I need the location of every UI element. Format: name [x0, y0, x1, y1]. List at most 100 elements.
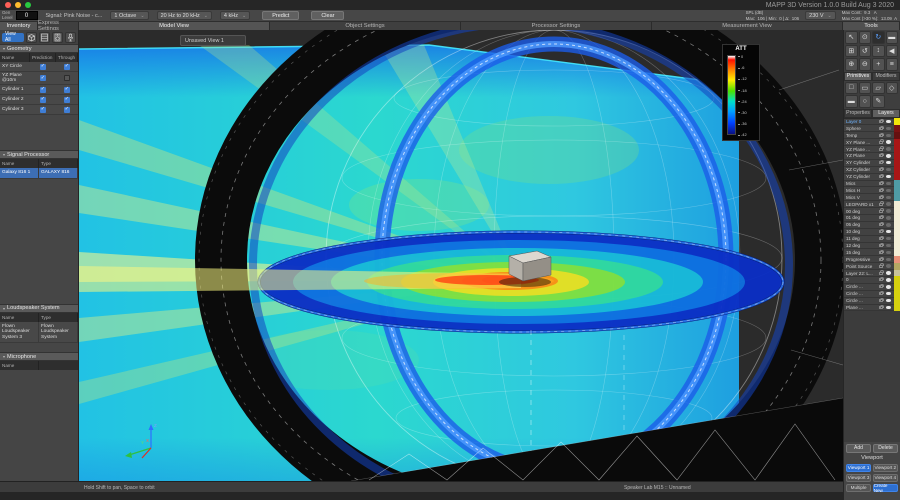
layer-color-swatch[interactable]	[894, 276, 900, 284]
geometry-icon[interactable]	[26, 31, 37, 43]
layer-color-swatch[interactable]	[894, 159, 900, 167]
view-all-button[interactable]: View All	[2, 31, 24, 43]
prediction-checkbox[interactable]	[40, 75, 46, 82]
processor-rack-icon[interactable]	[39, 31, 50, 43]
viewport-button-viewport-4[interactable]: Viewport 4	[872, 473, 898, 482]
layer-color-swatch[interactable]	[894, 235, 900, 243]
lock-icon[interactable]	[879, 132, 885, 137]
visibility-eye-icon[interactable]	[886, 188, 891, 193]
lock-icon[interactable]	[879, 263, 885, 268]
layer-row[interactable]: XY Cylinder	[844, 159, 900, 167]
pan-view-tool-icon[interactable]: +	[872, 58, 885, 71]
layer-row[interactable]: Layer 22: L...	[844, 269, 900, 277]
through-checkbox[interactable]	[64, 96, 70, 103]
lock-icon[interactable]	[879, 270, 885, 275]
signal-label[interactable]: Signal: Pink Noise - c...	[46, 13, 103, 19]
visibility-eye-icon[interactable]	[886, 133, 891, 137]
layer-row[interactable]: YZ Plane ...	[844, 145, 900, 153]
layer-color-swatch[interactable]	[894, 269, 900, 277]
elevation-tool-icon[interactable]: ↕	[872, 44, 885, 57]
layer-color-swatch[interactable]	[894, 297, 900, 305]
tab-modifiers[interactable]: Modifiers	[872, 71, 900, 81]
visibility-eye-icon[interactable]	[886, 292, 891, 296]
tab-express-settings[interactable]: Express Settings	[38, 20, 79, 32]
view-selector-dropdown[interactable]: Unsaved View 1	[180, 35, 246, 46]
microphone-section-header[interactable]: ▾ Microphone	[0, 352, 78, 362]
layer-row[interactable]: Layer 0	[844, 118, 900, 126]
layer-row[interactable]: 05 deg	[844, 221, 900, 229]
lock-icon[interactable]	[879, 215, 885, 220]
layer-row[interactable]: LEOPARD x1	[844, 200, 900, 209]
layer-row[interactable]: 00 deg	[844, 207, 900, 215]
layer-row[interactable]: Circle ...	[844, 290, 900, 298]
visibility-eye-icon[interactable]	[886, 154, 891, 158]
through-checkbox[interactable]	[64, 106, 70, 113]
lock-icon[interactable]	[879, 139, 885, 144]
visibility-eye-icon[interactable]	[886, 278, 891, 282]
prediction-checkbox[interactable]	[40, 96, 46, 103]
layer-color-swatch[interactable]	[894, 118, 900, 125]
visibility-eye-icon[interactable]	[886, 209, 891, 213]
model-viewport[interactable]: Unsaved View 1 Z Y X ATT 0 -6 -12 -18 -2…	[79, 30, 843, 481]
viewport-button-viewport-2[interactable]: Viewport 2	[872, 463, 898, 472]
layer-row[interactable]: XZ Cylinder	[844, 166, 900, 174]
visibility-eye-icon[interactable]	[886, 271, 891, 275]
visibility-eye-icon[interactable]	[886, 243, 891, 248]
lock-icon[interactable]	[879, 187, 885, 192]
geometry-row[interactable]: Cylinder 1	[0, 85, 78, 96]
tab-inventory[interactable]: Inventory	[0, 22, 38, 30]
layer-color-swatch[interactable]	[894, 290, 900, 298]
lock-icon[interactable]	[879, 256, 885, 261]
viewport-button-multiple[interactable]: Multiple	[846, 483, 872, 492]
visibility-eye-icon[interactable]	[886, 223, 891, 227]
layer-row[interactable]: 12 deg	[844, 242, 900, 250]
visibility-eye-icon[interactable]	[886, 305, 891, 310]
lock-icon[interactable]	[879, 249, 885, 254]
layer-color-swatch[interactable]	[894, 228, 900, 236]
tab-processor-settings[interactable]: Processor Settings	[461, 22, 652, 30]
visibility-eye-icon[interactable]	[886, 250, 891, 255]
surface-primitive-icon[interactable]: ◇	[885, 81, 898, 94]
layer-color-swatch[interactable]	[894, 186, 900, 194]
layer-color-swatch[interactable]	[894, 262, 900, 270]
layer-row[interactable]: Mics H	[844, 186, 900, 195]
layer-row[interactable]: Circle ...	[844, 283, 900, 291]
layer-color-swatch[interactable]	[894, 248, 900, 256]
layer-row[interactable]: Sphere	[844, 124, 900, 133]
loudspeaker-icon[interactable]	[52, 31, 63, 43]
bandwidth-dropdown[interactable]: 1 Octave ⌄	[110, 11, 149, 20]
layer-color-swatch[interactable]	[894, 193, 900, 201]
layer-color-swatch[interactable]	[894, 124, 900, 132]
lock-icon[interactable]	[879, 284, 885, 289]
visibility-eye-icon[interactable]	[886, 181, 891, 186]
rectangle-primitive-icon[interactable]: ▬	[845, 95, 858, 108]
lock-icon[interactable]	[879, 194, 885, 199]
lock-icon[interactable]	[879, 304, 885, 309]
prediction-checkbox[interactable]	[40, 86, 46, 93]
lock-icon[interactable]	[879, 208, 885, 213]
rotate-view-tool-icon[interactable]: ↺	[858, 44, 871, 57]
signal-processor-section-header[interactable]: ▾ Signal Processor	[0, 150, 78, 160]
layer-row[interactable]: Temp	[844, 131, 900, 140]
layer-color-swatch[interactable]	[894, 180, 900, 187]
box-primitive-icon[interactable]: ▭	[858, 81, 871, 94]
prediction-checkbox[interactable]	[40, 106, 46, 113]
tab-object-settings[interactable]: Object Settings	[270, 22, 461, 30]
draw-primitive-icon[interactable]: ✎	[872, 95, 885, 108]
lock-icon[interactable]	[879, 297, 885, 303]
visibility-eye-icon[interactable]	[886, 174, 891, 179]
lock-icon[interactable]	[879, 146, 885, 151]
visibility-eye-icon[interactable]	[886, 195, 891, 199]
plane-primitive-icon[interactable]: ▱	[872, 81, 885, 94]
viewport-button-viewport-3[interactable]: Viewport 3	[846, 473, 872, 482]
geometry-section-header[interactable]: ▾ Geometry	[0, 44, 78, 53]
geometry-row[interactable]: YZ Plane @10m	[0, 72, 78, 86]
layer-color-swatch[interactable]	[894, 152, 900, 160]
layer-row[interactable]: 11 deg	[844, 235, 900, 243]
loudspeaker-row[interactable]: Flown Loudspeaker System 3 Flown Loudspea…	[0, 321, 78, 344]
lock-icon[interactable]	[879, 277, 885, 282]
zoom-out-tool-icon[interactable]: ⊖	[858, 58, 871, 71]
add-layer-button[interactable]: Add	[846, 443, 871, 453]
predict-button[interactable]: Predict	[262, 11, 300, 20]
through-checkbox[interactable]	[64, 86, 70, 93]
